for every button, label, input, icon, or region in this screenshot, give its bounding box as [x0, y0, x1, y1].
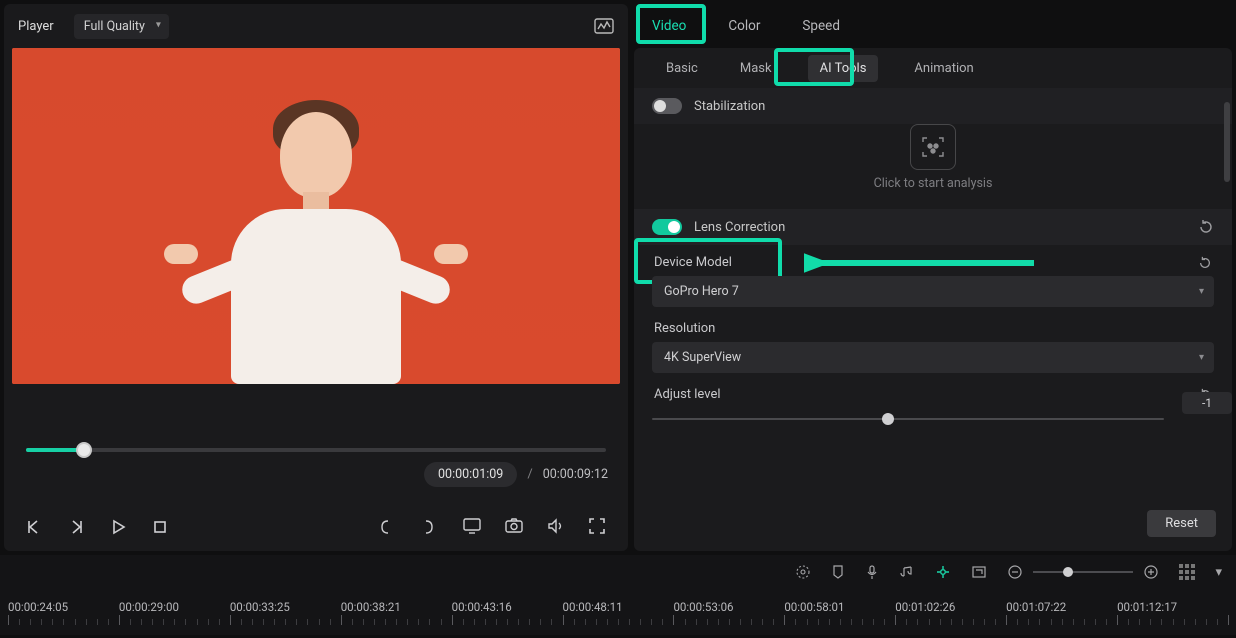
zoom-slider[interactable]	[1033, 571, 1133, 573]
play-button[interactable]	[108, 517, 128, 537]
resolution-select[interactable]: 4K SuperView ▾	[652, 342, 1214, 373]
inspector-body: Stabilization Click to start analysis Le…	[634, 88, 1232, 551]
tab-basic[interactable]: Basic	[660, 55, 704, 82]
timecode: 00:00:43:16	[452, 600, 563, 614]
zoom-out-button[interactable]	[1007, 564, 1023, 580]
adjust-level-label: Adjust level	[654, 387, 721, 402]
player-label: Player	[18, 19, 54, 34]
chevron-down-icon: ▾	[156, 20, 161, 31]
lens-correction-toggle[interactable]	[652, 219, 682, 235]
stabilization-toggle[interactable]	[652, 98, 682, 114]
mark-out-icon[interactable]	[420, 517, 440, 537]
timecode: 00:00:29:00	[119, 600, 230, 614]
view-options-icon[interactable]	[1179, 564, 1195, 580]
marker-icon[interactable]	[831, 564, 845, 580]
timecode: 00:00:53:06	[673, 600, 784, 614]
current-time[interactable]: 00:00:01:09	[424, 462, 517, 487]
timecode: 00:00:24:05	[8, 600, 119, 614]
timecode: 00:01:12:17	[1117, 600, 1228, 614]
time-separator: /	[527, 467, 532, 482]
next-frame-button[interactable]	[66, 517, 86, 537]
tab-ai-tools[interactable]: AI Tools	[808, 55, 879, 82]
prev-frame-button[interactable]	[24, 517, 44, 537]
timecode: 00:01:07:22	[1006, 600, 1117, 614]
tab-video[interactable]: Video	[648, 14, 690, 38]
audio-mixer-icon[interactable]	[899, 564, 915, 580]
reset-section-icon[interactable]	[1198, 219, 1214, 235]
adjust-level-slider[interactable]	[652, 418, 1164, 420]
tab-mask[interactable]: Mask	[734, 55, 778, 82]
tab-speed[interactable]: Speed	[798, 14, 844, 38]
timecode: 00:00:33:25	[230, 600, 341, 614]
timecode: 00:01:02:26	[895, 600, 1006, 614]
player-panel: Player Full Quality ▾	[4, 4, 628, 551]
view-options-chevron-icon[interactable]: ▾	[1215, 565, 1222, 580]
chevron-down-icon: ▾	[1199, 351, 1204, 362]
stabilization-label: Stabilization	[694, 99, 765, 114]
zoom-knob[interactable]	[1063, 567, 1073, 577]
reset-device-icon[interactable]	[1198, 256, 1212, 270]
reset-button[interactable]: Reset	[1147, 510, 1216, 537]
video-preview[interactable]	[12, 48, 620, 384]
resolution-label: Resolution	[654, 321, 715, 336]
tab-color[interactable]: Color	[724, 14, 764, 38]
color-wheel-icon[interactable]	[795, 564, 811, 580]
timecode: 00:00:38:21	[341, 600, 452, 614]
fullscreen-icon[interactable]	[588, 517, 608, 537]
scrollbar[interactable]	[1224, 98, 1230, 541]
waveform-scope-icon[interactable]	[594, 18, 614, 34]
voiceover-icon[interactable]	[865, 564, 879, 580]
render-preview-icon[interactable]	[935, 564, 951, 580]
timecode: 00:00:58:01	[784, 600, 895, 614]
volume-icon[interactable]	[546, 517, 566, 537]
timeline-ruler[interactable]: 00:00:24:05 00:00:29:00 00:00:33:25 00:0…	[0, 589, 1236, 625]
quality-value: Full Quality	[84, 19, 145, 34]
display-mode-icon[interactable]	[462, 517, 482, 537]
zoom-in-button[interactable]	[1143, 564, 1159, 580]
start-analysis-button[interactable]	[910, 124, 956, 170]
analysis-prompt: Click to start analysis	[874, 176, 993, 191]
device-model-select[interactable]: GoPro Hero 7 ▾	[652, 276, 1214, 307]
tab-animation[interactable]: Animation	[908, 55, 979, 82]
total-time: 00:00:09:12	[543, 467, 608, 482]
stop-button[interactable]	[150, 517, 170, 537]
crop-icon[interactable]	[971, 565, 987, 579]
quality-select[interactable]: Full Quality ▾	[74, 14, 169, 39]
chevron-down-icon: ▾	[1199, 285, 1204, 296]
resolution-value: 4K SuperView	[664, 350, 741, 365]
scrub-knob[interactable]	[76, 442, 92, 458]
timecode: 00:00:48:11	[563, 600, 674, 614]
mark-in-icon[interactable]	[378, 517, 398, 537]
device-model-value: GoPro Hero 7	[664, 284, 739, 299]
lens-correction-label: Lens Correction	[694, 220, 785, 235]
inspector-panel: Video Color Speed Basic Mask AI Tools An…	[634, 4, 1232, 551]
device-model-label: Device Model	[654, 255, 732, 270]
slider-knob[interactable]	[882, 413, 894, 425]
timeline-panel: ▾ 00:00:24:05 00:00:29:00 00:00:33:25 00…	[0, 555, 1236, 635]
scrub-track[interactable]	[26, 448, 606, 452]
snapshot-icon[interactable]	[504, 517, 524, 537]
